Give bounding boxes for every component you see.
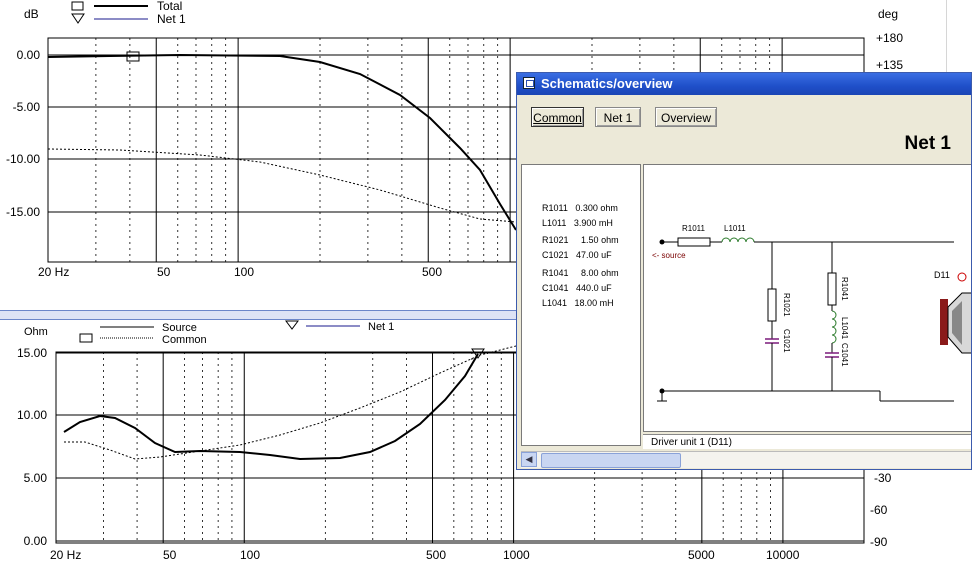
driver-label: D11	[934, 270, 950, 280]
net-heading: Net 1	[904, 133, 951, 154]
l1041-label: L1041	[840, 317, 849, 340]
top-x-tick: 50	[157, 265, 171, 279]
component-row: R1021 1.50 ohm	[542, 235, 619, 245]
scrollbar-thumb[interactable]	[541, 453, 681, 468]
l1041-inductor	[831, 310, 837, 344]
top-y-unit: dB	[24, 7, 39, 21]
common-dotted-curve	[47, 148, 517, 223]
top-y-tick: -5.00	[13, 100, 41, 114]
l1011-inductor	[721, 237, 755, 243]
top-x-tick: 500	[422, 265, 442, 279]
net1-button[interactable]: Net 1	[595, 107, 641, 127]
c1041-label: C1041	[840, 343, 849, 367]
driver-plus-terminal	[957, 272, 967, 282]
bottom-y2-tick: -30	[874, 471, 892, 485]
status-bar: Driver unit 1 (D11)	[643, 434, 971, 449]
bottom-y2-tick: -60	[870, 503, 888, 517]
schematic-diagram-panel: <- source R1011 L1011 R1021 C1021 R1041 …	[643, 164, 971, 432]
source-label: <- source	[652, 251, 686, 260]
horizontal-scrollbar[interactable]: ◀	[521, 451, 971, 468]
overview-button[interactable]: Overview	[655, 107, 717, 127]
legend-square-marker	[71, 1, 84, 11]
bottom-x-tick: 20 Hz	[50, 548, 81, 562]
bottom-y-unit: Ohm	[24, 326, 48, 338]
r1011-label: R1011	[682, 224, 706, 233]
l1011-label: L1011	[724, 224, 746, 233]
window-titlebar[interactable]: Schematics/overview	[517, 73, 971, 95]
legend-label-net1: Net 1	[368, 321, 394, 333]
component-row: L1041 18.00 mH	[542, 298, 614, 308]
window-edge	[946, 0, 972, 72]
legend-label-source: Source	[162, 322, 197, 334]
source-impedance-curve	[63, 353, 479, 461]
bottom-x-tick: 50	[163, 548, 177, 562]
top-y-tick: 0.00	[17, 48, 41, 62]
r1041-resistor	[827, 272, 837, 306]
app-icon	[523, 77, 535, 89]
bottom-y2-tick: -90	[870, 535, 888, 549]
component-row: R1011 0.300 ohm	[542, 203, 618, 213]
component-list-panel: R1011 0.300 ohm L1011 3.900 mH R1021 1.5…	[521, 164, 641, 446]
top-y2-unit: deg	[878, 7, 898, 21]
schematic-diagram: <- source R1011 L1011 R1021 C1021 R1041 …	[652, 224, 971, 402]
r1041-label: R1041	[840, 277, 849, 301]
bottom-y-tick: 10.00	[17, 408, 47, 422]
legend-square-marker	[79, 333, 93, 343]
component-row: L1011 3.900 mH	[542, 218, 613, 228]
speaker-icon	[940, 292, 971, 354]
window-title: Schematics/overview	[541, 76, 673, 91]
top-y2-tick: +180	[876, 31, 903, 45]
legend-label-common: Common	[162, 334, 207, 346]
legend-triangle-marker	[285, 320, 299, 330]
bottom-x-tick: 500	[426, 548, 446, 562]
r1011-resistor	[677, 237, 711, 247]
legend-triangle-marker	[71, 13, 85, 24]
bottom-x-tick: 100	[240, 548, 260, 562]
component-row: C1041 440.0 uF	[542, 283, 612, 293]
top-x-tick: 100	[234, 265, 254, 279]
c1021-label: C1021	[782, 329, 791, 353]
top-x-tick: 20 Hz	[38, 265, 69, 279]
top-y2-tick: +135	[876, 58, 903, 72]
component-row: C1021 47.00 uF	[542, 250, 612, 260]
bottom-x-tick: 5000	[688, 548, 715, 562]
component-row: R1041 8.00 ohm	[542, 268, 619, 278]
bottom-x-tick: 10000	[766, 548, 800, 562]
legend-label-net1: Net 1	[157, 12, 186, 26]
r1021-resistor	[767, 288, 777, 322]
bottom-y-tick: 15.00	[17, 346, 47, 360]
top-y-tick: -15.00	[6, 205, 40, 219]
top-y-tick: -10.00	[6, 152, 40, 166]
schematics-window[interactable]: Schematics/overview Common Net 1 Overvie…	[516, 72, 972, 470]
common-button[interactable]: Common	[531, 107, 584, 127]
bottom-y-tick: 0.00	[24, 534, 48, 548]
bottom-x-tick: 1000	[503, 548, 530, 562]
scroll-left-icon[interactable]: ◀	[521, 452, 537, 467]
r1021-label: R1021	[782, 293, 791, 317]
common-impedance-curve	[64, 345, 517, 460]
total-response-curve	[47, 53, 517, 231]
bottom-y-tick: 5.00	[24, 471, 48, 485]
status-text: Driver unit 1 (D11)	[651, 437, 732, 448]
